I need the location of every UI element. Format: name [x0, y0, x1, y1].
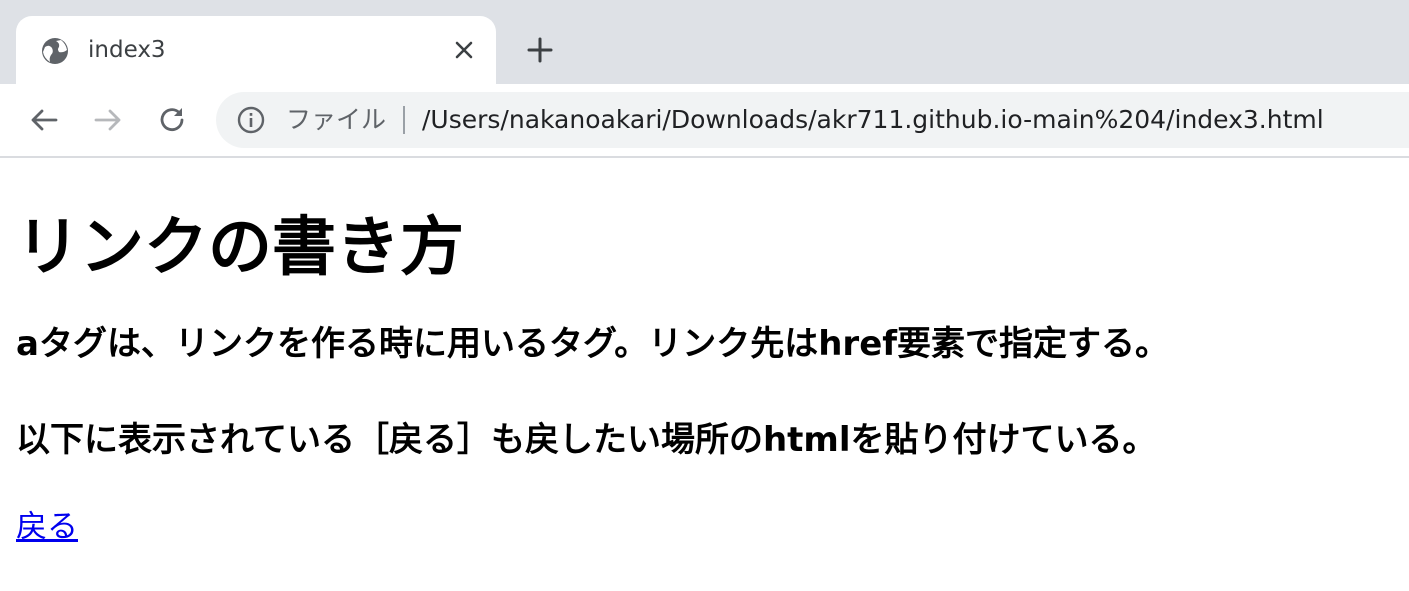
paragraph-back-note: 以下に表示されている［戻る］も戻したい場所のhtmlを貼り付けている。	[16, 420, 1157, 460]
browser-tab[interactable]: index3	[16, 16, 496, 84]
tab-title: index3	[88, 37, 166, 63]
page-title: リンクの書き方	[16, 211, 464, 285]
url-text[interactable]: /Users/nakanoakari/Downloads/akr711.gith…	[422, 104, 1324, 136]
arrow-left-icon[interactable]	[26, 102, 62, 138]
paragraph-atag: aタグは、リンクを作る時に用いるタグ。リンク先はhref要素で指定する。	[16, 324, 1170, 364]
globe-icon	[42, 38, 68, 64]
address-bar[interactable]: ファイル /Users/nakanoakari/Downloads/akr711…	[216, 92, 1409, 148]
info-icon[interactable]	[236, 105, 266, 135]
close-icon[interactable]	[452, 38, 476, 62]
scheme-label: ファイル	[286, 105, 387, 134]
arrow-right-icon[interactable]	[90, 102, 126, 138]
reload-icon[interactable]	[154, 102, 190, 138]
plus-icon[interactable]	[524, 34, 556, 66]
omnibox-divider	[403, 106, 405, 134]
back-link[interactable]: 戻る	[16, 507, 78, 547]
page-content: リンクの書き方 aタグは、リンクを作る時に用いるタグ。リンク先はhref要素で指…	[16, 158, 1396, 547]
tab-strip: index3	[0, 0, 1409, 84]
browser-toolbar: ファイル /Users/nakanoakari/Downloads/akr711…	[0, 84, 1409, 158]
